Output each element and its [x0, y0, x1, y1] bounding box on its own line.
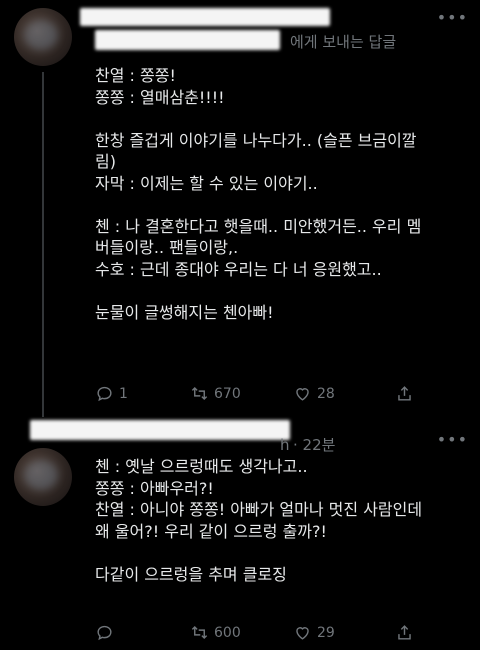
like-count: 29 [317, 624, 335, 641]
timestamp: · 22분 [293, 436, 336, 454]
share-button[interactable] [395, 384, 414, 403]
tweet-reply-2[interactable]: h · 22분 ••• 첸 : 옛날 으르렁때도 생각나고.. 쫑쫑 : 아빠우… [0, 420, 480, 650]
tweet-line: 첸 : 나 결혼한다고 햇을때.. 미안했거든.. 우리 멤 [95, 216, 422, 236]
tweet-line: 눈물이 글썽해지는 첸아빠! [95, 302, 274, 322]
handle-suffix: h [280, 436, 290, 454]
retweet-icon [191, 625, 208, 640]
heart-icon [296, 388, 309, 401]
like-button[interactable]: 29 [293, 623, 335, 642]
retweet-button[interactable]: 670 [190, 384, 241, 403]
more-icon[interactable]: ••• [437, 430, 468, 449]
like-count: 28 [317, 385, 335, 402]
action-bar: 1 670 28 [95, 384, 435, 410]
tweet-line: 수호 : 근데 종대야 우리는 다 너 응원했고.. [95, 259, 382, 279]
tweet-text: 찬열 : 쫑쫑! 쫑쫑 : 열매삼춘!!!! 한창 즐겁게 이야기를 나누다가.… [95, 65, 475, 323]
reply-icon [97, 625, 112, 641]
avatar[interactable] [14, 8, 72, 66]
reply-button[interactable]: 1 [95, 384, 128, 403]
redacted-username [30, 420, 290, 440]
tweet-line: 첸 : 옛날 으르렁때도 생각나고.. [95, 457, 308, 476]
reply-to-label: 에게 보내는 답글 [290, 33, 397, 51]
tweet-line: 자막 : 이제는 할 수 있는 이야기.. [95, 173, 318, 193]
tweet-line: 찬열 : 아니야 쫑쫑! 아빠가 얼마나 멋진 사람인데 [95, 500, 423, 519]
reply-count: 1 [119, 385, 128, 402]
heart-icon [296, 627, 309, 640]
reply-icon [97, 386, 112, 402]
retweet-count: 670 [214, 385, 241, 402]
tweet-text: 첸 : 옛날 으르렁때도 생각나고.. 쫑쫑 : 아빠우러?! 찬열 : 아니야… [95, 456, 475, 585]
reply-button[interactable] [95, 623, 119, 642]
retweet-icon [191, 386, 208, 401]
share-button[interactable] [395, 623, 414, 642]
action-bar: 600 29 [95, 623, 435, 649]
like-button[interactable]: 28 [293, 384, 335, 403]
tweet-line: 한창 즐겁게 이야기를 나누다가.. (슬픈 브금이깔 [95, 130, 417, 150]
more-icon[interactable]: ••• [437, 8, 468, 27]
tweet-line: 림) [95, 152, 116, 171]
tweet-line: 쫑쫑 : 열매삼춘!!!! [95, 87, 225, 107]
tweet-line: 쫑쫑 : 아빠우러?! [95, 478, 214, 498]
share-icon [398, 386, 411, 401]
retweet-button[interactable]: 600 [190, 623, 241, 642]
tweet-line: 버들이랑.. 팬들이랑,. [95, 238, 239, 257]
share-icon [398, 625, 411, 640]
tweet-line: 다같이 으르렁을 추며 클로징 [95, 564, 287, 584]
avatar[interactable] [14, 448, 72, 506]
retweet-count: 600 [214, 624, 241, 641]
tweet-line: 찬열 : 쫑쫑! [95, 66, 176, 85]
redacted-reply-target [95, 30, 280, 50]
thread-connector-line [42, 72, 44, 417]
redacted-username [80, 8, 330, 26]
tweet-reply-1[interactable]: 에게 보내는 답글 ••• 찬열 : 쫑쫑! 쫑쫑 : 열매삼춘!!!! 한창 … [0, 0, 480, 420]
tweet-line: 왜 울어?! 우리 같이 으르렁 출까?! [95, 521, 327, 541]
